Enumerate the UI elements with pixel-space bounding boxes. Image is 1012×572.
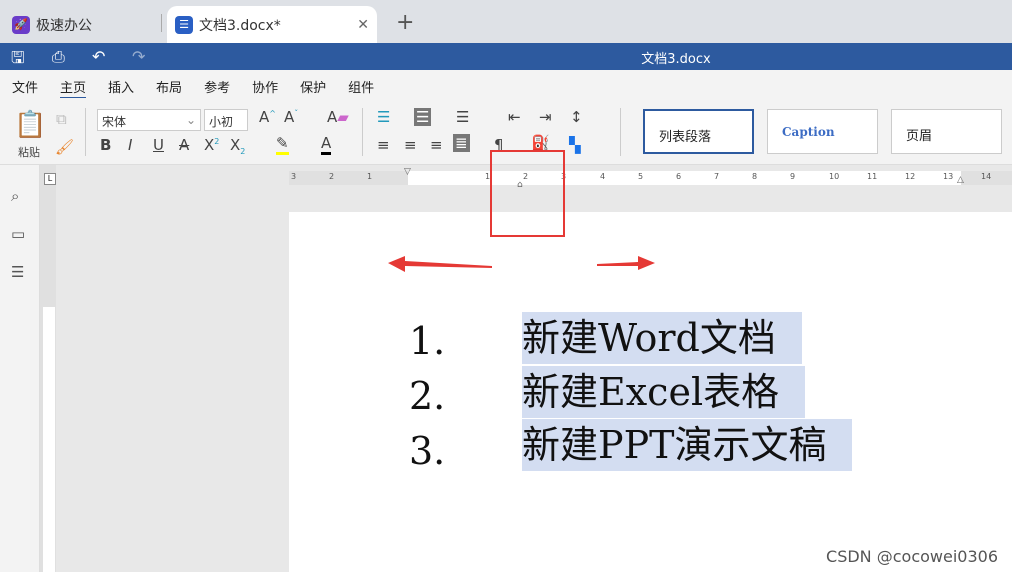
right-arrow — [597, 256, 655, 270]
left-arrow — [388, 256, 492, 272]
watermark: CSDN @cocowei0306 — [826, 547, 998, 566]
annotation-arrows — [388, 256, 655, 272]
